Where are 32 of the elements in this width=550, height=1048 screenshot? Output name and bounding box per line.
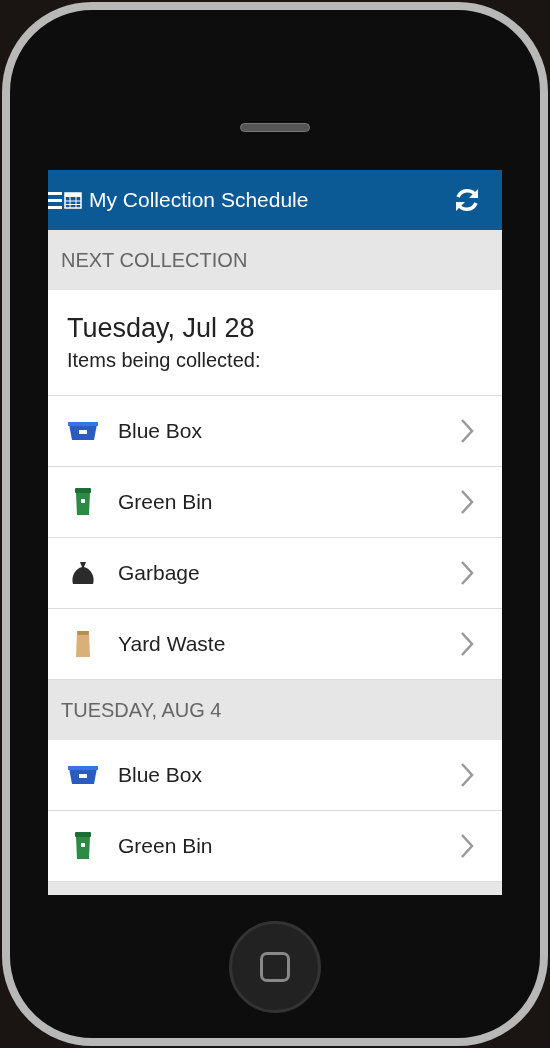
- menu-icon[interactable]: [48, 191, 62, 209]
- item-label: Green Bin: [118, 489, 214, 516]
- section-heading: NEXT COLLECTION: [61, 248, 248, 273]
- item-label: Yard Waste: [118, 631, 227, 658]
- speaker-grille: [240, 123, 310, 132]
- chevron-right-icon: [460, 833, 474, 859]
- recycling-box-icon: [68, 765, 98, 785]
- collection-item-row[interactable]: Green Bin: [48, 811, 502, 882]
- recycling-box-icon: [68, 421, 98, 441]
- chevron-right-icon: [460, 560, 474, 586]
- calendar-icon: [64, 191, 82, 209]
- collection-item-row[interactable]: Blue Box: [48, 396, 502, 467]
- section-heading: TUESDAY, AUG 4: [61, 698, 222, 723]
- chevron-right-icon: [460, 418, 474, 444]
- collection-date: Tuesday, Jul 28: [67, 311, 256, 345]
- item-label: Garbage: [118, 560, 201, 587]
- item-label: Green Bin: [118, 833, 214, 860]
- wheeled-bin-icon: [74, 831, 92, 861]
- paper-bag-icon: [74, 629, 92, 659]
- collection-item-row[interactable]: Green Bin: [48, 467, 502, 538]
- chevron-right-icon: [460, 762, 474, 788]
- garbage-bag-icon: [70, 560, 96, 586]
- collection-item-row[interactable]: Blue Box: [48, 740, 502, 811]
- item-label: Blue Box: [118, 418, 204, 445]
- collection-item-row[interactable]: Yard Waste: [48, 609, 502, 680]
- item-label: Blue Box: [118, 762, 204, 789]
- chevron-right-icon: [460, 489, 474, 515]
- chevron-right-icon: [460, 631, 474, 657]
- collection-item-row[interactable]: Garbage: [48, 538, 502, 609]
- header-title: My Collection Schedule: [89, 187, 310, 214]
- wheeled-bin-icon: [74, 487, 92, 517]
- date-subtitle: Items being collected:: [67, 347, 262, 373]
